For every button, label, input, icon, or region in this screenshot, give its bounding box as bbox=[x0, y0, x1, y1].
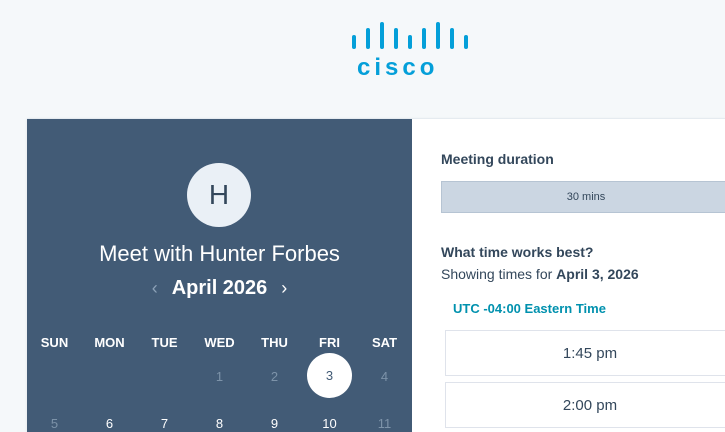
details-panel: Meeting duration 30 mins What time works… bbox=[412, 119, 725, 432]
calendar-day-4: 4 bbox=[380, 369, 389, 384]
weekday-mon: MON bbox=[94, 335, 125, 350]
timezone-selector[interactable]: UTC -04:00 Eastern Time bbox=[453, 301, 606, 316]
weekday-fri: FRI bbox=[319, 335, 340, 350]
host-title: Meet with Hunter Forbes bbox=[99, 241, 340, 266]
calendar-day-5: 5 bbox=[50, 416, 59, 431]
weekday-sun: SUN bbox=[40, 335, 69, 350]
calendar-panel: H Meet with Hunter Forbes ‹ April 2026 ›… bbox=[27, 119, 412, 432]
chevron-left-icon[interactable]: ‹ bbox=[152, 278, 158, 299]
host-avatar: H bbox=[187, 163, 251, 227]
chevron-right-icon[interactable]: › bbox=[281, 278, 287, 299]
calendar-day-9[interactable]: 9 bbox=[247, 416, 302, 431]
time-slot[interactable]: 2:00 pm bbox=[445, 382, 725, 428]
calendar-day-11: 11 bbox=[377, 416, 392, 431]
cisco-logo: cisco bbox=[351, 22, 475, 90]
showing-times-text: Showing times for April 3, 2026 bbox=[441, 266, 639, 282]
duration-label: Meeting duration bbox=[441, 151, 554, 167]
time-slot[interactable]: 1:45 pm bbox=[445, 330, 725, 376]
cisco-bars-icon bbox=[352, 22, 468, 49]
month-label: April 2026 bbox=[171, 277, 268, 299]
time-question: What time works best? bbox=[441, 244, 594, 260]
calendar-day-6[interactable]: 6 bbox=[82, 416, 137, 431]
weekday-sat: SAT bbox=[371, 335, 398, 350]
weekday-tue: TUE bbox=[151, 335, 178, 350]
month-navigation: ‹ April 2026 › bbox=[27, 277, 412, 300]
booking-card: H Meet with Hunter Forbes ‹ April 2026 ›… bbox=[27, 118, 725, 432]
calendar-day-7[interactable]: 7 bbox=[137, 416, 192, 431]
weekday-thu: THU bbox=[261, 335, 288, 350]
cisco-wordmark: cisco bbox=[357, 54, 439, 81]
calendar-day-3-selected[interactable]: 3 bbox=[307, 353, 352, 398]
showing-prefix: Showing times for bbox=[441, 266, 557, 282]
calendar-day-8[interactable]: 8 bbox=[192, 416, 247, 431]
weekday-wed: WED bbox=[204, 335, 235, 350]
calendar-day-1: 1 bbox=[215, 369, 224, 384]
showing-date: April 3, 2026 bbox=[556, 266, 639, 282]
calendar-day-10[interactable]: 10 bbox=[302, 416, 357, 431]
calendar-day-2: 2 bbox=[270, 369, 279, 384]
duration-option-30[interactable]: 30 mins bbox=[441, 181, 725, 213]
